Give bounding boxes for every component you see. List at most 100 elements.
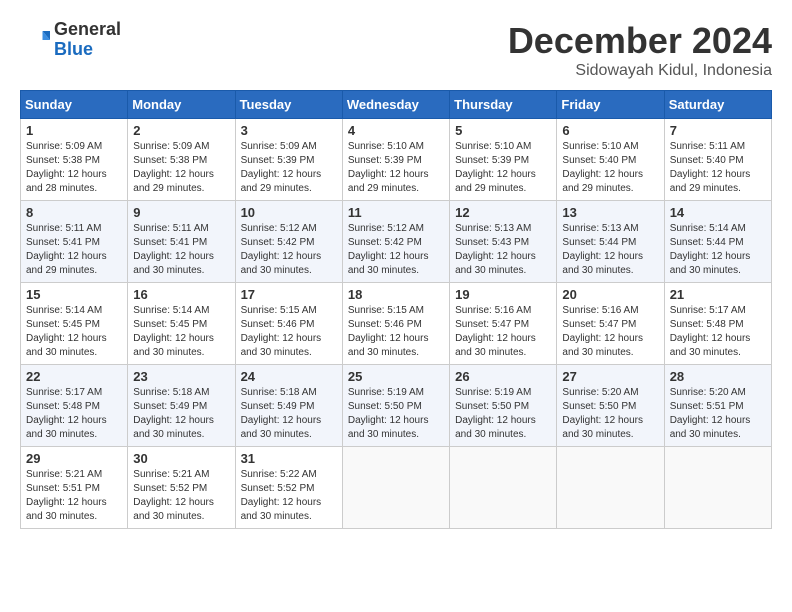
calendar-cell: 7 Sunrise: 5:11 AM Sunset: 5:40 PM Dayli…	[664, 119, 771, 201]
calendar-cell: 12 Sunrise: 5:13 AM Sunset: 5:43 PM Dayl…	[450, 201, 557, 283]
day-info: Sunrise: 5:10 AM Sunset: 5:40 PM Dayligh…	[562, 140, 658, 196]
sunset-label: Sunset: 5:50 PM	[562, 401, 636, 412]
sunrise-label: Sunrise: 5:21 AM	[133, 469, 209, 480]
day-info: Sunrise: 5:18 AM Sunset: 5:49 PM Dayligh…	[241, 386, 337, 442]
sunset-label: Sunset: 5:38 PM	[26, 155, 100, 166]
sunset-label: Sunset: 5:50 PM	[348, 401, 422, 412]
sunrise-label: Sunrise: 5:12 AM	[348, 223, 424, 234]
day-number: 7	[670, 123, 766, 138]
sunrise-label: Sunrise: 5:19 AM	[455, 387, 531, 398]
daylight-label: Daylight: 12 hours and 29 minutes.	[455, 169, 536, 194]
daylight-label: Daylight: 12 hours and 30 minutes.	[455, 251, 536, 276]
week-row-2: 8 Sunrise: 5:11 AM Sunset: 5:41 PM Dayli…	[21, 201, 772, 283]
daylight-label: Daylight: 12 hours and 29 minutes.	[133, 169, 214, 194]
sunrise-label: Sunrise: 5:18 AM	[133, 387, 209, 398]
daylight-label: Daylight: 12 hours and 30 minutes.	[348, 251, 429, 276]
day-number: 3	[241, 123, 337, 138]
sunset-label: Sunset: 5:52 PM	[133, 483, 207, 494]
sunset-label: Sunset: 5:47 PM	[455, 319, 529, 330]
day-number: 10	[241, 205, 337, 220]
day-number: 6	[562, 123, 658, 138]
day-number: 29	[26, 451, 122, 466]
day-number: 31	[241, 451, 337, 466]
day-info: Sunrise: 5:14 AM Sunset: 5:45 PM Dayligh…	[26, 304, 122, 360]
week-row-5: 29 Sunrise: 5:21 AM Sunset: 5:51 PM Dayl…	[21, 447, 772, 529]
sunset-label: Sunset: 5:48 PM	[670, 319, 744, 330]
daylight-label: Daylight: 12 hours and 30 minutes.	[455, 415, 536, 440]
daylight-label: Daylight: 12 hours and 28 minutes.	[26, 169, 107, 194]
calendar-cell: 4 Sunrise: 5:10 AM Sunset: 5:39 PM Dayli…	[342, 119, 449, 201]
day-info: Sunrise: 5:16 AM Sunset: 5:47 PM Dayligh…	[455, 304, 551, 360]
day-info: Sunrise: 5:16 AM Sunset: 5:47 PM Dayligh…	[562, 304, 658, 360]
calendar-cell: 16 Sunrise: 5:14 AM Sunset: 5:45 PM Dayl…	[128, 283, 235, 365]
day-number: 25	[348, 369, 444, 384]
day-info: Sunrise: 5:15 AM Sunset: 5:46 PM Dayligh…	[348, 304, 444, 360]
daylight-label: Daylight: 12 hours and 30 minutes.	[455, 333, 536, 358]
sunset-label: Sunset: 5:46 PM	[241, 319, 315, 330]
sunrise-label: Sunrise: 5:16 AM	[455, 305, 531, 316]
calendar-cell: 29 Sunrise: 5:21 AM Sunset: 5:51 PM Dayl…	[21, 447, 128, 529]
day-info: Sunrise: 5:10 AM Sunset: 5:39 PM Dayligh…	[348, 140, 444, 196]
calendar-cell: 1 Sunrise: 5:09 AM Sunset: 5:38 PM Dayli…	[21, 119, 128, 201]
calendar-cell: 30 Sunrise: 5:21 AM Sunset: 5:52 PM Dayl…	[128, 447, 235, 529]
calendar-cell: 23 Sunrise: 5:18 AM Sunset: 5:49 PM Dayl…	[128, 365, 235, 447]
sunrise-label: Sunrise: 5:19 AM	[348, 387, 424, 398]
day-number: 18	[348, 287, 444, 302]
sunrise-label: Sunrise: 5:13 AM	[562, 223, 638, 234]
calendar-cell	[664, 447, 771, 529]
sunset-label: Sunset: 5:38 PM	[133, 155, 207, 166]
week-row-1: 1 Sunrise: 5:09 AM Sunset: 5:38 PM Dayli…	[21, 119, 772, 201]
sunset-label: Sunset: 5:48 PM	[26, 401, 100, 412]
week-row-4: 22 Sunrise: 5:17 AM Sunset: 5:48 PM Dayl…	[21, 365, 772, 447]
sunset-label: Sunset: 5:40 PM	[562, 155, 636, 166]
weekday-monday: Monday	[128, 91, 235, 119]
day-number: 20	[562, 287, 658, 302]
sunset-label: Sunset: 5:52 PM	[241, 483, 315, 494]
day-info: Sunrise: 5:11 AM Sunset: 5:41 PM Dayligh…	[133, 222, 229, 278]
sunset-label: Sunset: 5:45 PM	[26, 319, 100, 330]
sunrise-label: Sunrise: 5:10 AM	[455, 141, 531, 152]
sunset-label: Sunset: 5:49 PM	[241, 401, 315, 412]
daylight-label: Daylight: 12 hours and 29 minutes.	[562, 169, 643, 194]
day-info: Sunrise: 5:14 AM Sunset: 5:44 PM Dayligh…	[670, 222, 766, 278]
day-number: 1	[26, 123, 122, 138]
calendar-cell: 31 Sunrise: 5:22 AM Sunset: 5:52 PM Dayl…	[235, 447, 342, 529]
calendar-table: SundayMondayTuesdayWednesdayThursdayFrid…	[20, 90, 772, 529]
day-number: 11	[348, 205, 444, 220]
day-number: 9	[133, 205, 229, 220]
daylight-label: Daylight: 12 hours and 30 minutes.	[26, 497, 107, 522]
daylight-label: Daylight: 12 hours and 30 minutes.	[26, 333, 107, 358]
location-title: Sidowayah Kidul, Indonesia	[508, 62, 772, 80]
sunset-label: Sunset: 5:42 PM	[348, 237, 422, 248]
month-title: December 2024	[508, 20, 772, 62]
sunset-label: Sunset: 5:39 PM	[348, 155, 422, 166]
day-number: 17	[241, 287, 337, 302]
day-info: Sunrise: 5:19 AM Sunset: 5:50 PM Dayligh…	[455, 386, 551, 442]
sunset-label: Sunset: 5:41 PM	[133, 237, 207, 248]
sunset-label: Sunset: 5:50 PM	[455, 401, 529, 412]
day-number: 23	[133, 369, 229, 384]
day-number: 2	[133, 123, 229, 138]
sunrise-label: Sunrise: 5:14 AM	[670, 223, 746, 234]
calendar-cell: 22 Sunrise: 5:17 AM Sunset: 5:48 PM Dayl…	[21, 365, 128, 447]
daylight-label: Daylight: 12 hours and 30 minutes.	[133, 497, 214, 522]
day-info: Sunrise: 5:09 AM Sunset: 5:38 PM Dayligh…	[133, 140, 229, 196]
logo-text: General Blue	[54, 20, 121, 60]
sunset-label: Sunset: 5:41 PM	[26, 237, 100, 248]
calendar-cell: 19 Sunrise: 5:16 AM Sunset: 5:47 PM Dayl…	[450, 283, 557, 365]
calendar-cell: 6 Sunrise: 5:10 AM Sunset: 5:40 PM Dayli…	[557, 119, 664, 201]
sunrise-label: Sunrise: 5:14 AM	[26, 305, 102, 316]
sunrise-label: Sunrise: 5:22 AM	[241, 469, 317, 480]
calendar-cell	[342, 447, 449, 529]
day-number: 15	[26, 287, 122, 302]
sunrise-label: Sunrise: 5:09 AM	[133, 141, 209, 152]
sunrise-label: Sunrise: 5:20 AM	[670, 387, 746, 398]
day-number: 16	[133, 287, 229, 302]
day-number: 26	[455, 369, 551, 384]
calendar-cell: 21 Sunrise: 5:17 AM Sunset: 5:48 PM Dayl…	[664, 283, 771, 365]
daylight-label: Daylight: 12 hours and 30 minutes.	[670, 333, 751, 358]
day-info: Sunrise: 5:21 AM Sunset: 5:51 PM Dayligh…	[26, 468, 122, 524]
sunset-label: Sunset: 5:43 PM	[455, 237, 529, 248]
calendar-cell: 26 Sunrise: 5:19 AM Sunset: 5:50 PM Dayl…	[450, 365, 557, 447]
calendar-cell: 8 Sunrise: 5:11 AM Sunset: 5:41 PM Dayli…	[21, 201, 128, 283]
